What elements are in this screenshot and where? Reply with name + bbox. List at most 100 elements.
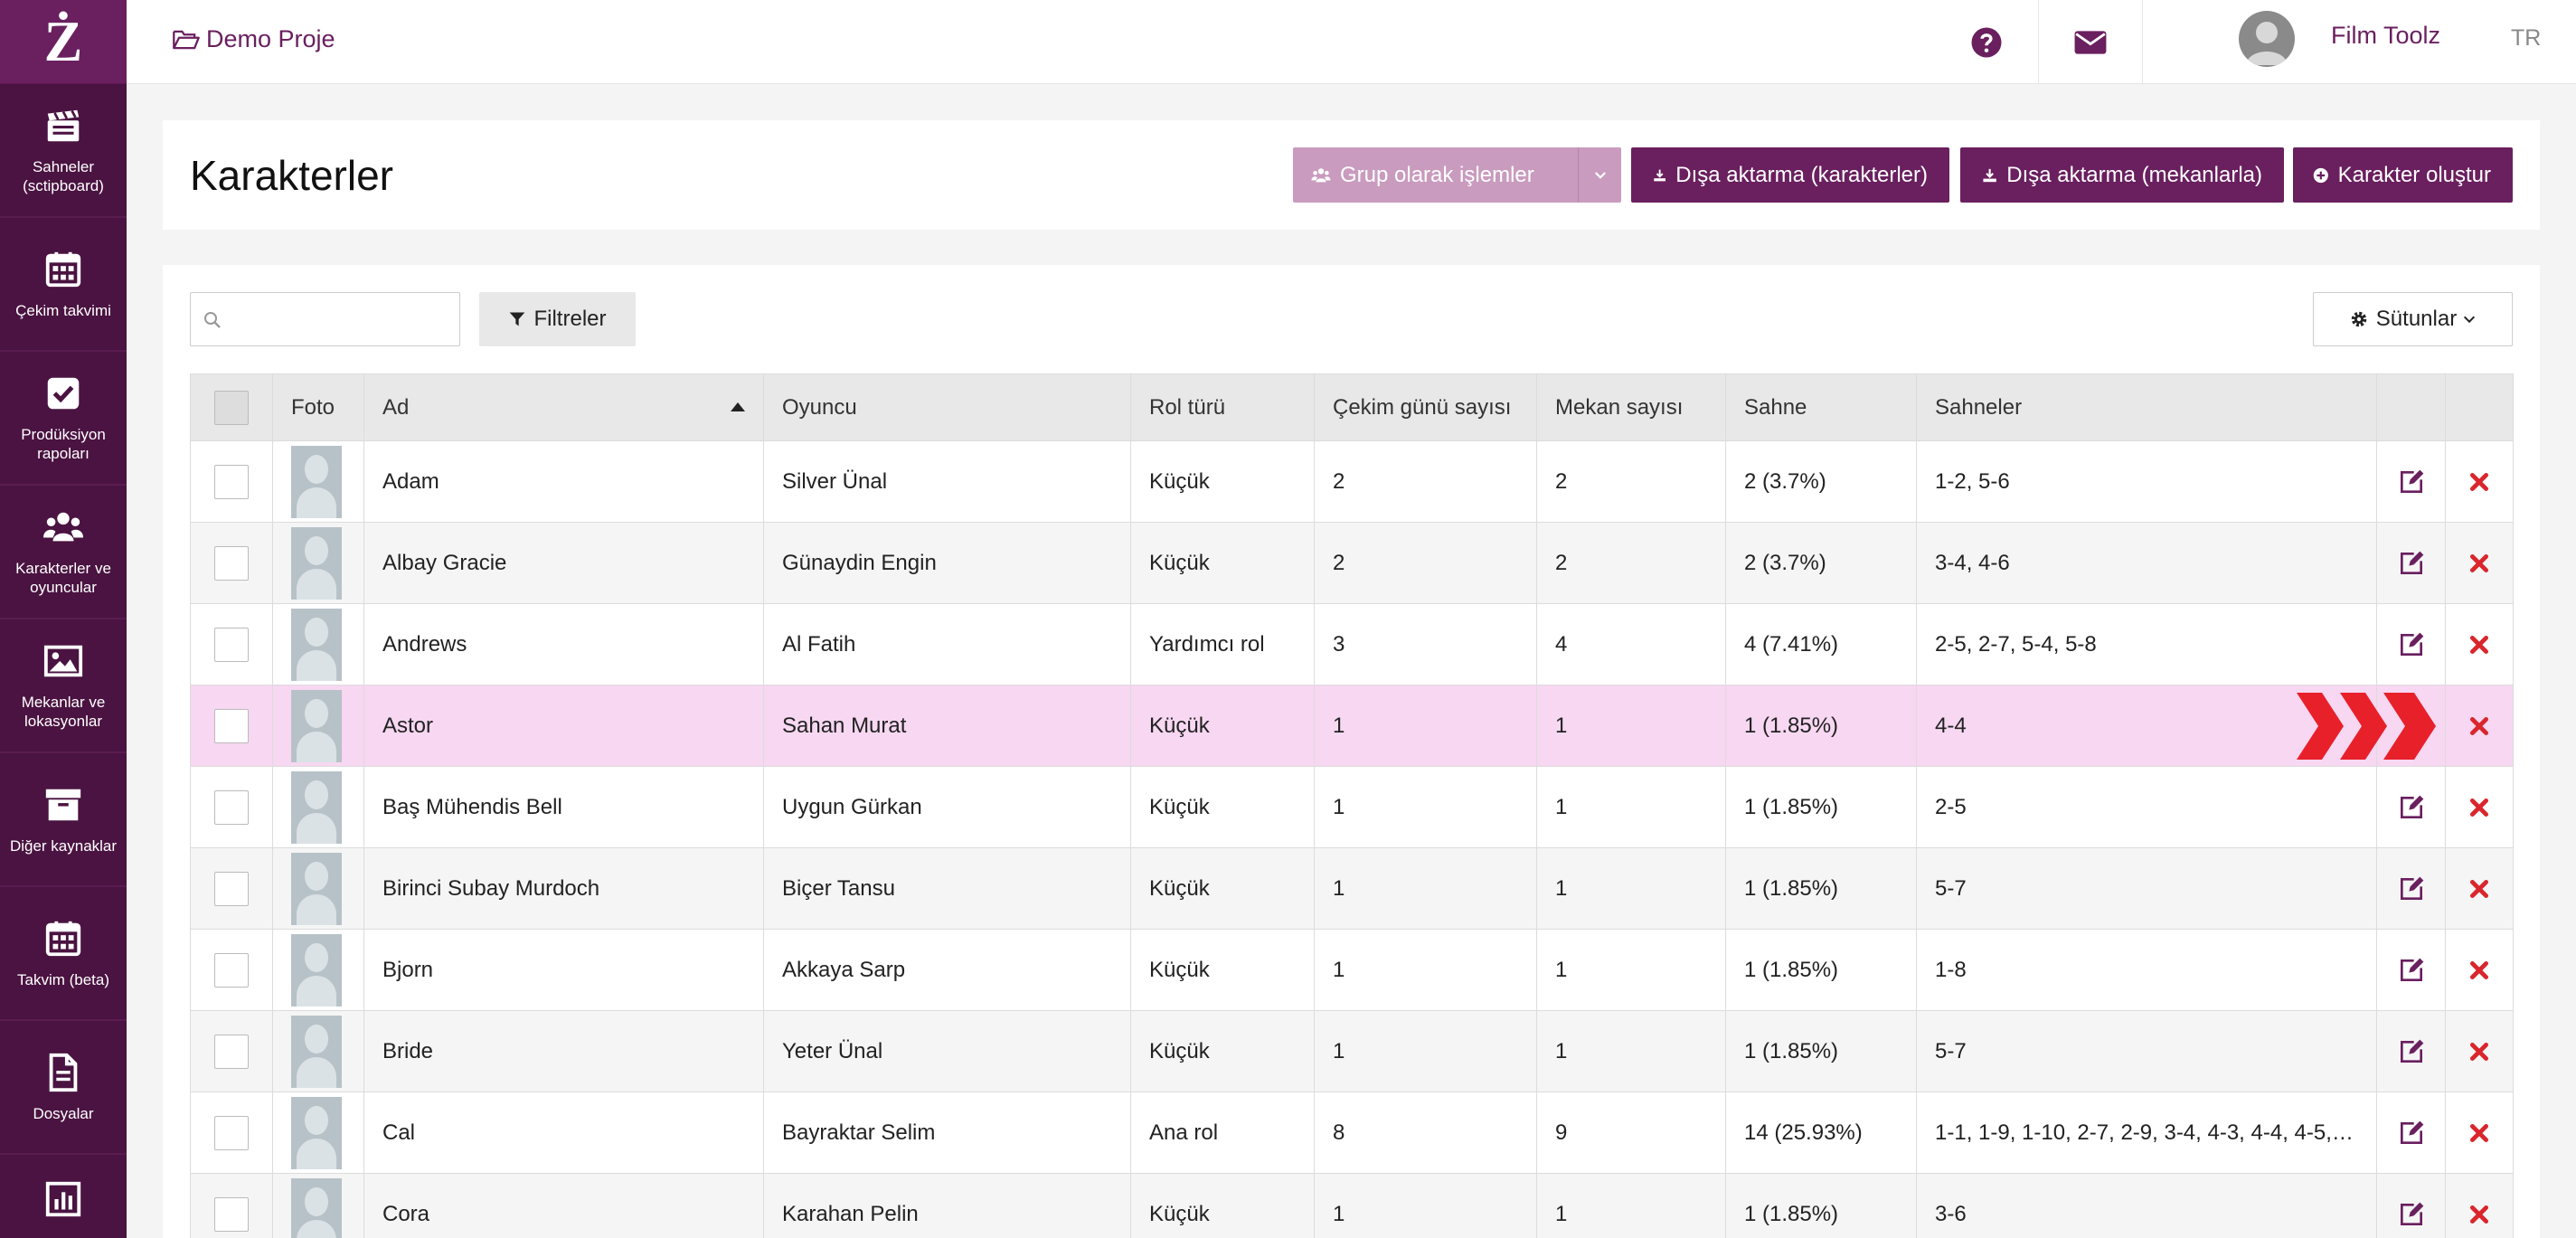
row-checkbox[interactable] — [214, 789, 249, 825]
sidebar-item-reports[interactable]: Prodüksiyon rapoları — [0, 352, 127, 486]
character-photo[interactable] — [291, 852, 342, 925]
row-checkbox[interactable] — [214, 627, 249, 662]
cell-ad[interactable]: Bride — [363, 1010, 764, 1092]
language-switch[interactable]: TR — [2511, 25, 2541, 52]
row-checkbox[interactable] — [214, 545, 249, 581]
row-checkbox[interactable] — [214, 871, 249, 906]
column-header-rol[interactable]: Rol türü — [1130, 373, 1315, 441]
export-characters-button[interactable]: Dışa aktarma (karakterler) — [1631, 147, 1949, 203]
cell-ad[interactable]: Bjorn — [363, 929, 764, 1011]
row-checkbox[interactable] — [214, 1034, 249, 1069]
character-photo[interactable] — [291, 445, 342, 518]
export-locations-button[interactable]: Dışa aktarma (mekanlarla) — [1960, 147, 2284, 203]
delete-icon[interactable] — [2467, 714, 2491, 738]
cell-ad[interactable]: Cora — [363, 1173, 764, 1238]
cell-ad[interactable]: Astor — [363, 685, 764, 767]
edit-icon[interactable] — [2397, 874, 2426, 903]
delete-icon[interactable] — [2467, 959, 2491, 982]
table-row[interactable]: Cal Bayraktar Selim Ana rol 8 9 14 (25.93%) 1-… — [190, 1092, 2514, 1174]
sidebar-item-calendar-beta[interactable]: Takvim (beta) — [0, 887, 127, 1021]
column-header-sahne[interactable]: Sahne — [1725, 373, 1917, 441]
columns-button[interactable]: Sütunlar — [2313, 292, 2513, 346]
cell-sahne: 1 (1.85%) — [1725, 685, 1917, 767]
table-row[interactable]: Birinci Subay Murdoch Biçer Tansu Küçük 1 1 1… — [190, 847, 2514, 930]
user-name[interactable]: Film Toolz — [2331, 22, 2440, 50]
table-row[interactable]: Astor Sahan Murat Küçük 1 1 1 (1.85%) 4-4 — [190, 685, 2514, 767]
sidebar-item-characters[interactable]: Karakterler ve oyuncular — [0, 486, 127, 619]
cell-ad[interactable]: Albay Gracie — [363, 522, 764, 604]
character-photo[interactable] — [291, 1096, 342, 1169]
sidebar-item-locations[interactable]: Mekanlar ve lokasyonlar — [0, 619, 127, 753]
column-header-ad[interactable]: Ad — [363, 373, 764, 441]
character-photo[interactable] — [291, 933, 342, 1006]
character-photo[interactable] — [291, 1015, 342, 1088]
project-link[interactable]: Demo Proje — [172, 25, 335, 53]
select-all-checkbox[interactable] — [214, 390, 249, 425]
cell-ad[interactable]: Baş Mühendis Bell — [363, 766, 764, 848]
cell-ad[interactable]: Birinci Subay Murdoch — [363, 847, 764, 930]
table-row[interactable]: Cora Karahan Pelin Küçük 1 1 1 (1.85%) 3-6 — [190, 1173, 2514, 1238]
cell-sahne: 4 (7.41%) — [1725, 603, 1917, 685]
sidebar-item-resources[interactable]: Diğer kaynaklar — [0, 753, 127, 887]
character-photo[interactable] — [291, 608, 342, 681]
cell-mekan: 9 — [1536, 1092, 1726, 1174]
column-header-oyuncu[interactable]: Oyuncu — [763, 373, 1131, 441]
sidebar-item-schedule[interactable]: Çekim takvimi — [0, 218, 127, 352]
edit-icon[interactable] — [2397, 549, 2426, 578]
character-photo[interactable] — [291, 689, 342, 762]
edit-icon[interactable] — [2397, 630, 2426, 659]
group-actions-button[interactable]: Grup olarak işlemler — [1293, 147, 1584, 203]
cell-ad[interactable]: Adam — [363, 440, 764, 523]
app-logo[interactable]: Ż — [0, 0, 127, 84]
row-checkbox[interactable] — [214, 1115, 249, 1150]
search-input[interactable] — [190, 292, 460, 346]
sidebar-item-stats[interactable] — [0, 1155, 127, 1238]
table-row[interactable]: Bjorn Akkaya Sarp Küçük 1 1 1 (1.85%) 1-8 — [190, 929, 2514, 1011]
delete-icon[interactable] — [2467, 877, 2491, 901]
column-header-foto[interactable]: Foto — [272, 373, 364, 441]
table-row[interactable]: Albay Gracie Günaydin Engin Küçük 2 2 2 (3.7%… — [190, 522, 2514, 604]
edit-icon[interactable] — [2397, 468, 2426, 496]
sidebar-item-scenes[interactable]: Sahneler (sctipboard) — [0, 84, 127, 218]
edit-cell — [2376, 522, 2446, 604]
avatar[interactable] — [2239, 11, 2295, 67]
table-row[interactable]: Bride Yeter Ünal Küçük 1 1 1 (1.85%) 5-7 — [190, 1010, 2514, 1092]
table-row[interactable]: Andrews Al Fatih Yardımcı rol 3 4 4 (7.41%) 2-… — [190, 603, 2514, 685]
character-photo[interactable] — [291, 1177, 342, 1238]
row-checkbox[interactable] — [214, 952, 249, 988]
delete-icon[interactable] — [2467, 1040, 2491, 1063]
edit-icon[interactable] — [2397, 1200, 2426, 1229]
delete-icon[interactable] — [2467, 470, 2491, 494]
edit-cell — [2376, 1092, 2446, 1174]
cell-ad[interactable]: Andrews — [363, 603, 764, 685]
create-character-button[interactable]: Karakter oluştur — [2293, 147, 2513, 203]
row-checkbox[interactable] — [214, 464, 249, 499]
edit-icon[interactable] — [2397, 793, 2426, 822]
delete-icon[interactable] — [2467, 633, 2491, 657]
delete-icon[interactable] — [2467, 1121, 2491, 1145]
sidebar-item-label: Çekim takvimi — [15, 301, 111, 319]
sidebar-item-files[interactable]: Dosyalar — [0, 1021, 127, 1155]
filters-button[interactable]: Filtreler — [479, 292, 636, 346]
table-row[interactable]: Adam Silver Ünal Küçük 2 2 2 (3.7%) 1-2, 5-6 — [190, 440, 2514, 523]
delete-icon[interactable] — [2467, 1203, 2491, 1226]
character-photo[interactable] — [291, 770, 342, 844]
cell-sahne: 2 (3.7%) — [1725, 522, 1917, 604]
edit-icon[interactable] — [2397, 1119, 2426, 1148]
column-header-gun[interactable]: Çekim günü sayısı — [1314, 373, 1537, 441]
help-button[interactable] — [1935, 0, 2039, 84]
delete-icon[interactable] — [2467, 796, 2491, 819]
edit-icon[interactable] — [2397, 956, 2426, 985]
cell-ad[interactable]: Cal — [363, 1092, 764, 1174]
row-checkbox[interactable] — [214, 708, 249, 743]
row-checkbox[interactable] — [214, 1196, 249, 1232]
messages-button[interactable] — [2039, 0, 2143, 84]
column-header-mekan[interactable]: Mekan sayısı — [1536, 373, 1726, 441]
table-row[interactable]: Baş Mühendis Bell Uygun Gürkan Küçük 1 1 1 (1… — [190, 766, 2514, 848]
delete-icon[interactable] — [2467, 552, 2491, 575]
character-photo[interactable] — [291, 526, 342, 600]
column-header-sahneler[interactable]: Sahneler — [1916, 373, 2377, 441]
row-select-cell — [190, 522, 273, 604]
edit-icon[interactable] — [2397, 1037, 2426, 1066]
group-actions-dropdown[interactable] — [1578, 147, 1621, 203]
